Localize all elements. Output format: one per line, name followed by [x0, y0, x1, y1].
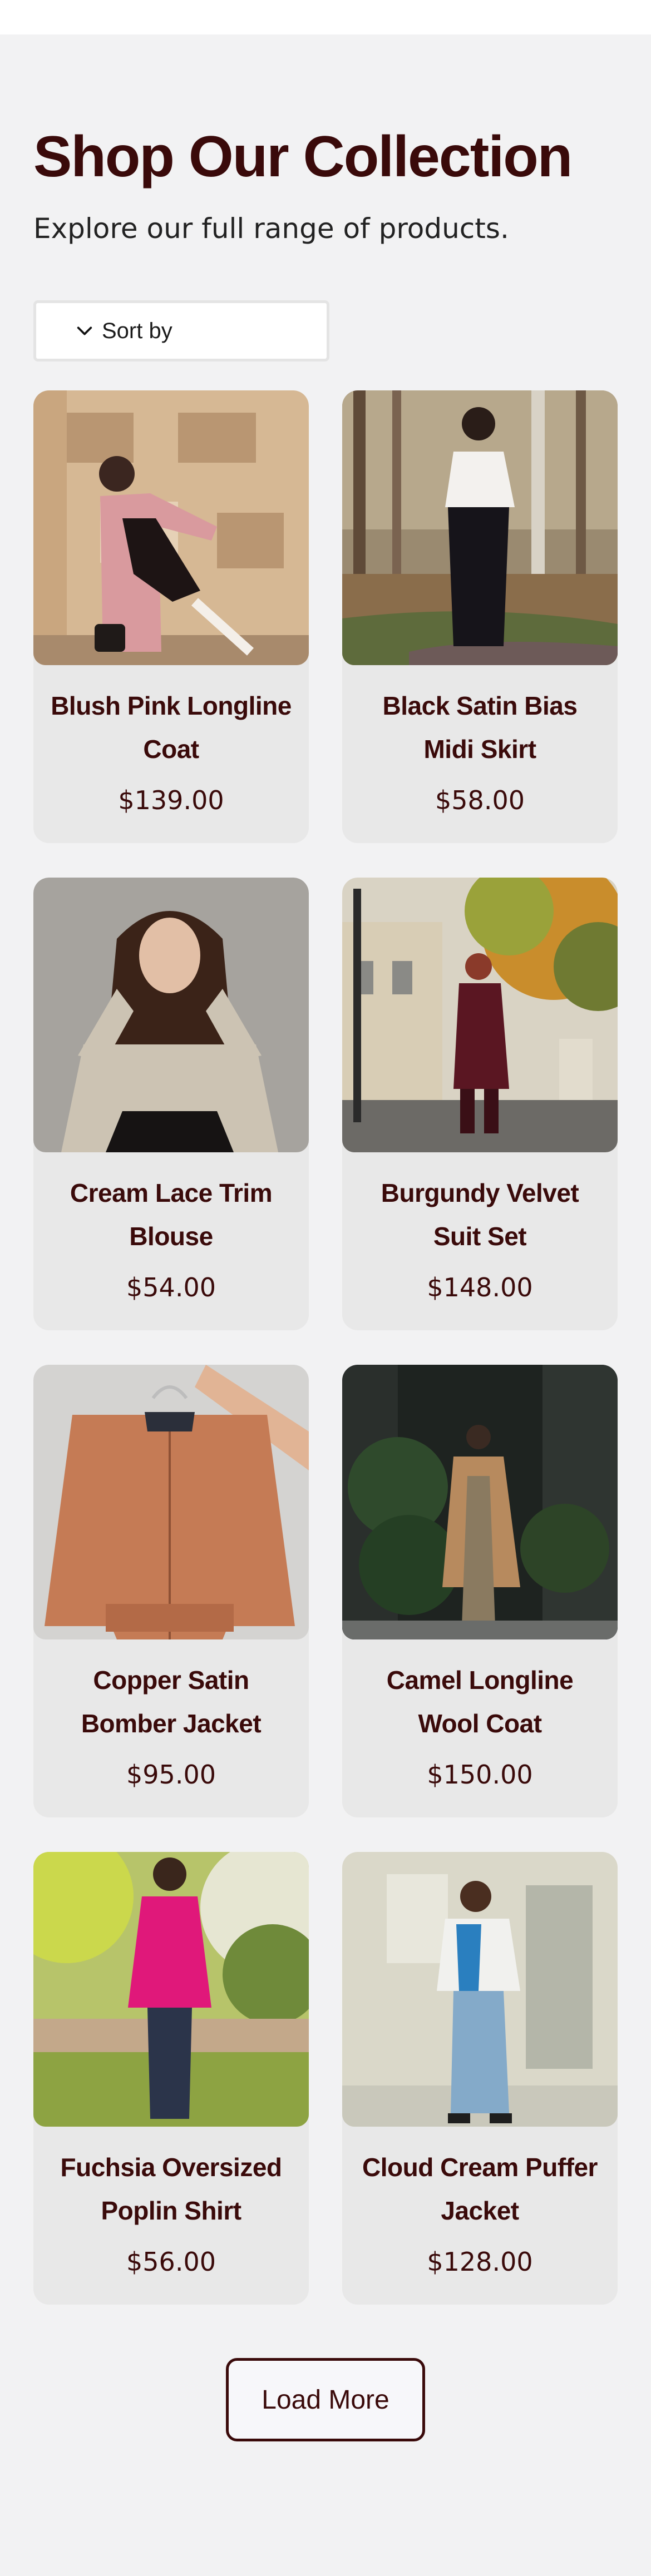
product-image: [33, 390, 309, 665]
product-name: Black Satin Bias Midi Skirt: [382, 691, 578, 764]
product-card[interactable]: Cream Lace Trim Blouse $54.00: [33, 878, 309, 1330]
product-image: [33, 1365, 309, 1639]
product-price: $139.00: [118, 785, 224, 815]
load-more-button[interactable]: Load More: [226, 2358, 425, 2441]
product-image: [342, 1365, 618, 1639]
product-image: [342, 878, 618, 1152]
product-price: $128.00: [427, 2247, 533, 2277]
product-card[interactable]: Burgundy Velvet Suit Set $148.00: [342, 878, 618, 1330]
product-name: Cloud Cream Puffer Jacket: [362, 2153, 598, 2225]
product-card[interactable]: Camel Longline Wool Coat $150.00: [342, 1365, 618, 1817]
page-title: Shop Our Collection: [33, 125, 573, 189]
product-name: Cream Lace Trim Blouse: [70, 1178, 273, 1251]
load-more-container: Load More: [33, 2358, 618, 2441]
product-price: $58.00: [435, 785, 525, 815]
top-bar: [0, 0, 651, 34]
sort-label: Sort by: [102, 318, 172, 343]
product-card[interactable]: Cloud Cream Puffer Jacket $128.00: [342, 1852, 618, 2305]
product-card[interactable]: Black Satin Bias Midi Skirt $58.00: [342, 390, 618, 843]
chevron-down-icon: [77, 326, 92, 335]
product-price: $150.00: [427, 1760, 533, 1790]
product-image: [33, 1852, 309, 2127]
product-price: $95.00: [126, 1760, 216, 1790]
product-image: [33, 878, 309, 1152]
product-name: Fuchsia Oversized Poplin Shirt: [60, 2153, 283, 2225]
product-card[interactable]: Blush Pink Longline Coat $139.00: [33, 390, 309, 843]
product-name: Blush Pink Longline Coat: [51, 691, 292, 764]
product-price: $56.00: [126, 2247, 216, 2277]
product-image: [342, 1852, 618, 2127]
product-image: [342, 390, 618, 665]
product-price: $148.00: [427, 1272, 533, 1302]
product-card[interactable]: Fuchsia Oversized Poplin Shirt $56.00: [33, 1852, 309, 2305]
product-name: Copper Satin Bomber Jacket: [81, 1666, 262, 1738]
product-card[interactable]: Copper Satin Bomber Jacket $95.00: [33, 1365, 309, 1817]
page-subtitle: Explore our full range of products.: [33, 212, 509, 245]
product-name: Burgundy Velvet Suit Set: [381, 1178, 579, 1251]
product-price: $54.00: [126, 1272, 216, 1302]
product-name: Camel Longline Wool Coat: [386, 1666, 574, 1738]
collection-section: Shop Our Collection Explore our full ran…: [0, 34, 651, 2441]
product-grid: Blush Pink Longline Coat $139.00 Black S…: [33, 390, 618, 2305]
sort-dropdown[interactable]: Sort by: [33, 300, 329, 361]
